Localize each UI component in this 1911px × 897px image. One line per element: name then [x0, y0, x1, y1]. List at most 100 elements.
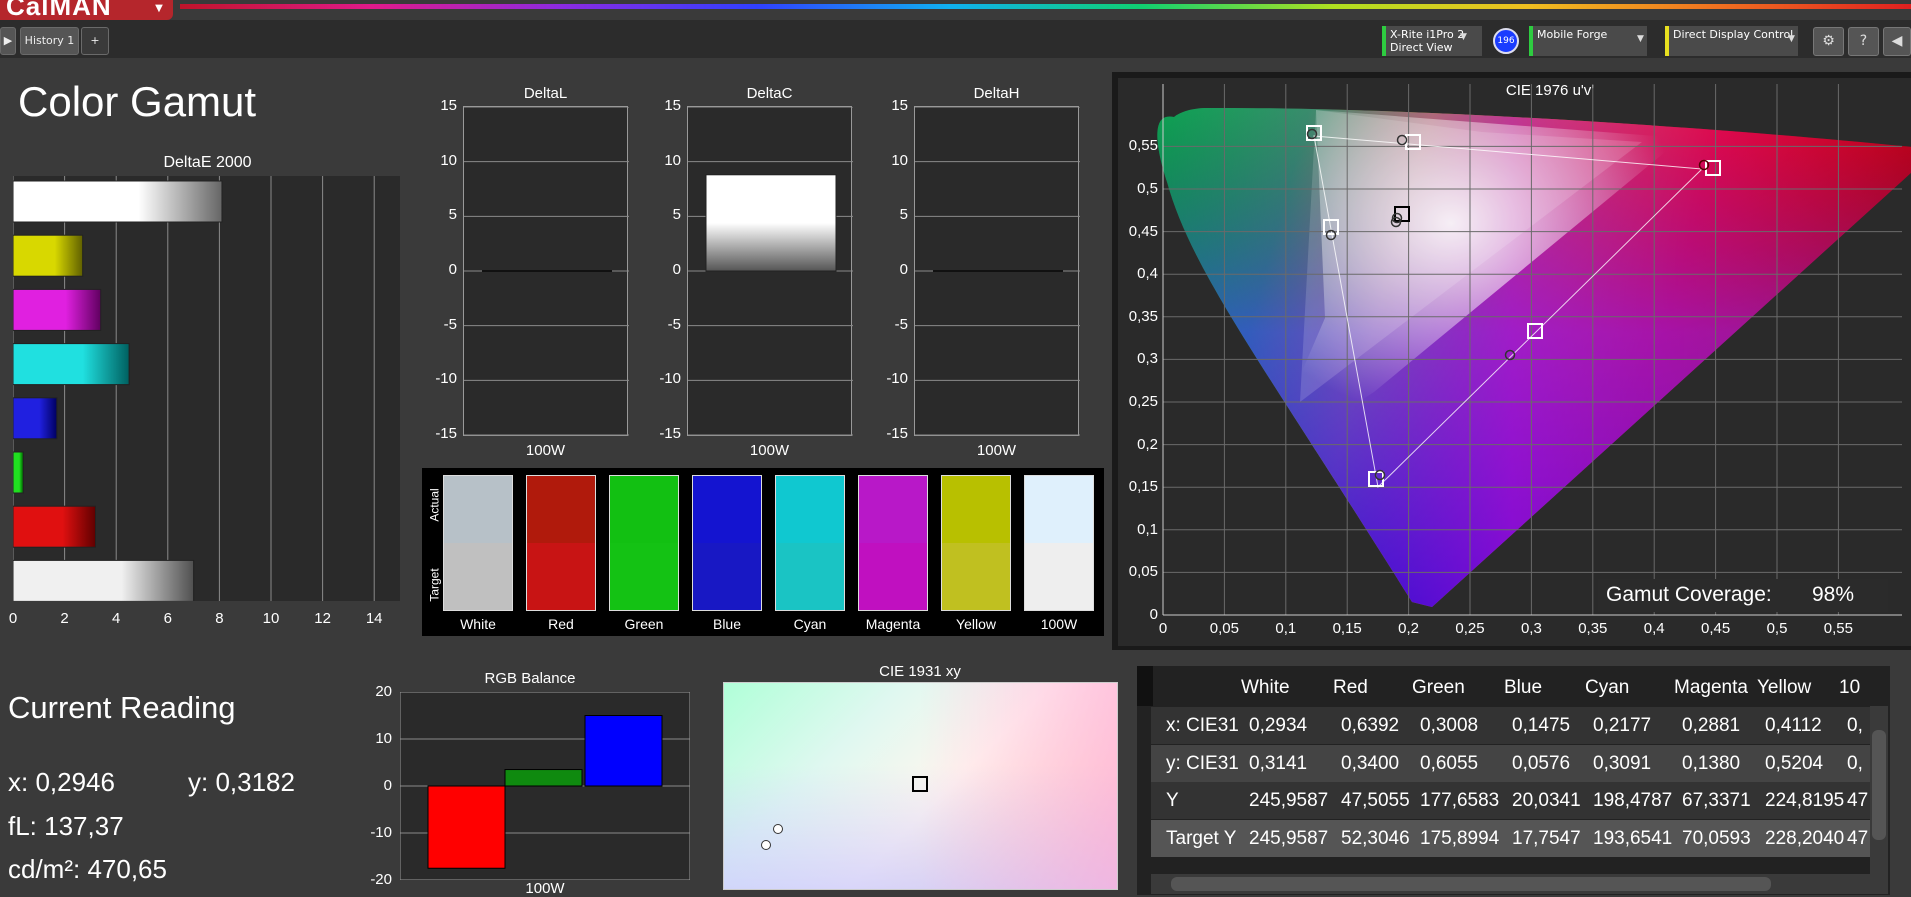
delta-tick-label: 15 — [440, 97, 457, 114]
table-row[interactable]: Y 245,9587 47,5055 177,6583 20,0341 198,4787 6… — [1151, 782, 1870, 819]
table-row-label: Y — [1166, 790, 1179, 811]
table-cell: 175,8994 — [1420, 827, 1500, 849]
table-cell: 245,9587 — [1249, 827, 1329, 849]
table-header: White Red Green Blue Cyan Magenta Yellow 10 — [1151, 669, 1876, 707]
table-row-label: x: CIE31 — [1166, 715, 1239, 736]
collapse-icon[interactable]: ◀ — [1883, 27, 1911, 56]
table-cell: 0, — [1847, 752, 1863, 774]
delta-tick-label: 0 — [672, 261, 681, 278]
calman-logo[interactable]: CalMAN ▼ — [0, 0, 173, 21]
table-row-label: Target Y — [1166, 827, 1237, 849]
rgb-tick-label: 20 — [375, 683, 392, 700]
deltae-bar-yellow — [13, 234, 84, 277]
cie1976-y-tick: 0,4 — [1137, 265, 1158, 283]
delta-chart-title: DeltaC — [746, 85, 793, 102]
reading-cdm2: cd/m²: 470,65 — [8, 854, 167, 884]
rgb-tick-label: 10 — [375, 730, 392, 747]
table-cell: 67,3371 — [1682, 790, 1751, 811]
display-selector[interactable]: Direct Display Control — [1665, 26, 1798, 56]
table-column-header[interactable]: Yellow — [1757, 669, 1811, 707]
current-reading-title: Current Reading — [8, 690, 236, 725]
delta-tick-label: 0 — [448, 261, 457, 278]
table-cell: 0,3400 — [1341, 752, 1400, 774]
table-cell: 0,0576 — [1512, 752, 1571, 774]
play-icon[interactable]: ▶ — [0, 27, 16, 55]
reading-x: x: 0,2946 — [8, 767, 115, 797]
swatch-target — [527, 543, 595, 610]
cie1976-chart — [1157, 84, 1911, 616]
delta-chart-panel — [914, 106, 1080, 436]
delta-tick-label: 5 — [672, 206, 681, 224]
table-column-header[interactable]: White — [1241, 669, 1290, 707]
gamut-coverage-value: 98% — [1812, 583, 1855, 606]
table-column-header[interactable]: Blue — [1504, 669, 1542, 707]
deltae-tick-label: 8 — [215, 610, 224, 627]
table-cell: 0,1475 — [1512, 715, 1571, 736]
delta-tick-label: 5 — [899, 206, 908, 224]
swatch-label: White — [460, 616, 496, 632]
horizontal-scrollbar[interactable] — [1151, 874, 1888, 894]
source-selector[interactable]: Mobile Forge — [1529, 26, 1647, 56]
cie1976-x-tick: 0,45 — [1700, 620, 1731, 637]
deltae-bar-100w — [13, 180, 223, 223]
deltac-bar-100w — [705, 174, 837, 272]
delta-tick-label: -5 — [443, 315, 457, 333]
swatch-label: Cyan — [793, 616, 827, 632]
delta-x-label: 100W — [525, 442, 566, 459]
cie1976-x-tick: 0,2 — [1398, 620, 1420, 637]
chevron-down-icon[interactable]: ▼ — [1788, 34, 1795, 44]
cie1976-y-tick: 0,15 — [1128, 478, 1158, 496]
swatch-actual — [859, 476, 927, 543]
deltae-tick-label: 10 — [262, 610, 280, 627]
table-cell: 0,3091 — [1593, 752, 1652, 774]
chevron-down-icon[interactable]: ▼ — [149, 0, 169, 18]
delta-chart-title: DeltaH — [973, 85, 1020, 102]
table-cell: 0,3008 — [1420, 715, 1479, 736]
delta-charts: DeltaL 15 10 5 0 -5 -10 -15 100W DeltaC 15 10 5 0 -5 -1… — [420, 80, 1120, 460]
table-row[interactable]: x: CIE31 0,2934 0,6392 0,3008 0,1475 0,2177 0,… — [1151, 707, 1870, 744]
table-cell: 0,2881 — [1682, 715, 1741, 736]
gamut-coverage-label: Gamut Coverage: — [1606, 583, 1772, 606]
deltae-bar-white — [13, 559, 195, 601]
logo-text: CalMAN — [6, 0, 112, 21]
delta-tick-label: 10 — [440, 151, 457, 169]
swatch-label: 100W — [1040, 616, 1078, 632]
table-cell: 47,5055 — [1341, 790, 1410, 811]
swatch-actual — [444, 476, 512, 543]
table-cell: 47 — [1847, 827, 1869, 849]
cie1976-x-tick: 0,15 — [1332, 620, 1362, 637]
table-cell: 0,4112 — [1765, 715, 1822, 736]
rgb-balance-chart — [400, 692, 690, 880]
tab-history-1[interactable]: History 1 — [20, 27, 79, 55]
table-cell: 228,2040 — [1765, 827, 1845, 849]
table-column-header[interactable]: Cyan — [1585, 669, 1629, 707]
swatch-target — [444, 543, 512, 610]
cie1976-y-tick: 0,05 — [1128, 563, 1158, 581]
table-column-header[interactable]: 10 — [1839, 669, 1860, 707]
swatch-label: Magenta — [865, 616, 921, 632]
swatch-100w — [1024, 475, 1094, 611]
delta-tick-label: -15 — [886, 425, 908, 442]
chevron-down-icon[interactable]: ▼ — [1637, 34, 1644, 44]
table-column-header[interactable]: Magenta — [1674, 669, 1748, 707]
rgb-y-axis: 20 10 0 -10 -20 — [360, 683, 400, 892]
gear-icon[interactable]: ⚙ — [1813, 27, 1844, 56]
table-row[interactable]: y: CIE31 0,3141 0,3400 0,6055 0,0576 0,3091 0,… — [1151, 744, 1870, 782]
vertical-scrollbar[interactable] — [1870, 706, 1888, 874]
reading-fl: fL: 137,37 — [8, 811, 124, 841]
table-column-header[interactable]: Red — [1333, 669, 1368, 707]
chevron-down-icon[interactable]: ▼ — [1460, 32, 1467, 42]
scrollbar-thumb[interactable] — [1171, 877, 1771, 891]
table-row[interactable]: Target Y 245,9587 52,3046 175,8994 17,7547 19… — [1151, 819, 1870, 857]
table-column-header[interactable]: Green — [1412, 669, 1465, 707]
swatch-magenta — [858, 475, 928, 611]
deltae-chart — [13, 176, 400, 601]
add-tab-icon[interactable]: + — [81, 27, 109, 55]
help-icon[interactable]: ? — [1848, 27, 1879, 56]
cie1931-chart — [723, 682, 1118, 890]
swatch-blue — [692, 475, 762, 611]
scrollbar-thumb[interactable] — [1872, 730, 1886, 840]
meter-selector[interactable]: X-Rite i1Pro 2 Direct View — [1382, 26, 1482, 56]
delta-x-label: 100W — [976, 442, 1017, 459]
rgb-bar-red — [427, 785, 506, 869]
